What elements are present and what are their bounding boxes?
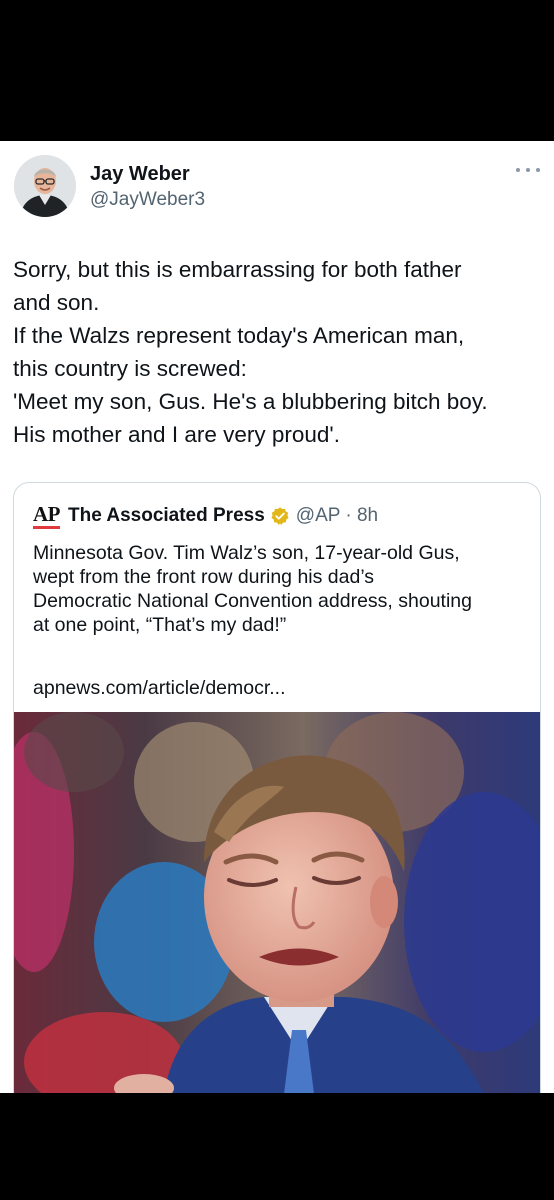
more-horizontal-icon <box>516 168 520 172</box>
tweet-text-line: this country is screwed: <box>13 356 247 381</box>
quoted-tweet-text: Minnesota Gov. Tim Walz’s son, 17-year-o… <box>33 541 528 637</box>
quoted-tweet-card[interactable]: AP The Associated Press @AP · 8h Minneso… <box>13 482 541 1093</box>
tweet-text-line: and son. <box>13 290 100 315</box>
quoted-text-line: Democratic National Convention address, … <box>33 590 472 612</box>
photo-crying-young-man <box>14 712 540 1093</box>
tweet-text-line: 'Meet my son, Gus. He's a blubbering bit… <box>13 389 488 414</box>
tweet-text-line: His mother and I are very proud'. <box>13 422 340 447</box>
tweet-text-line: Sorry, but this is embarrassing for both… <box>13 257 462 282</box>
author-avatar[interactable] <box>14 155 76 217</box>
quoted-text-line: wept from the front row during his dad’s <box>33 566 375 588</box>
more-options-button[interactable] <box>516 163 540 177</box>
tweet-text-line: If the Walzs represent today's American … <box>13 323 465 348</box>
avatar-photo <box>14 155 76 217</box>
tweet-text: Sorry, but this is embarrassing for both… <box>13 253 541 451</box>
quoted-author-name[interactable]: The Associated Press <box>68 505 265 527</box>
more-horizontal-icon-dot <box>536 168 540 172</box>
quoted-text-line: at one point, “That’s my dad!” <box>33 614 287 636</box>
tweet-card[interactable]: Jay Weber @JayWeber3 Sorry, but this is … <box>0 141 554 1093</box>
quoted-text-line: Minnesota Gov. Tim Walz’s son, 17-year-o… <box>33 542 460 564</box>
ap-logo-avatar[interactable]: AP <box>33 503 61 529</box>
quoted-tweet-header: AP The Associated Press @AP · 8h <box>33 502 378 530</box>
author-display-name[interactable]: Jay Weber <box>90 162 190 186</box>
top-black-bar <box>0 0 554 141</box>
more-horizontal-icon-dot <box>526 168 530 172</box>
article-link[interactable]: apnews.com/article/democr... <box>33 676 286 700</box>
author-handle[interactable]: @JayWeber3 <box>90 189 205 211</box>
bottom-black-bar <box>0 1093 554 1200</box>
verified-badge-icon <box>270 506 290 526</box>
quoted-tweet-photo[interactable] <box>14 712 540 1093</box>
quoted-handle-time[interactable]: @AP · 8h <box>296 505 378 527</box>
